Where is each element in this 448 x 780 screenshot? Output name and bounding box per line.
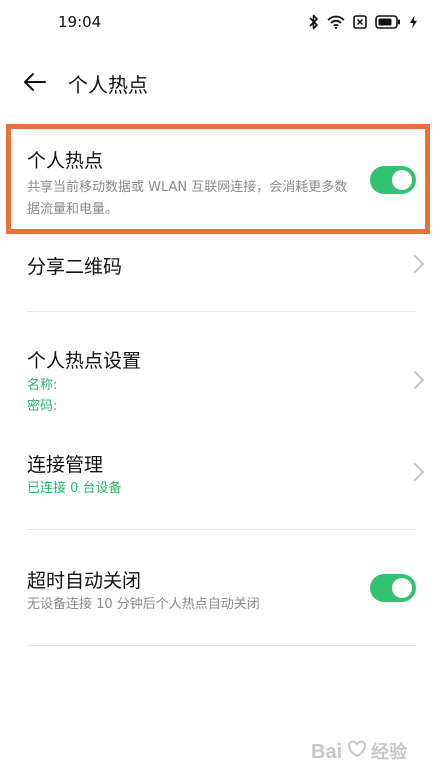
hotspot-password-label: 密码: xyxy=(27,399,58,414)
auto-off-row[interactable]: 超时自动关闭 无设备连接 10 分钟后个人热点自动关闭 xyxy=(0,560,448,624)
connected-devices-status: 已连接 0 台设备 xyxy=(27,481,122,496)
watermark-logo: Bai 经验 xyxy=(305,730,425,774)
arrow-left-icon xyxy=(20,73,52,100)
connection-management-title: 连接管理 xyxy=(27,454,104,476)
back-button[interactable] xyxy=(20,68,52,96)
share-qr-row[interactable]: 分享二维码 xyxy=(0,240,448,290)
svg-text:Bai: Bai xyxy=(311,741,342,763)
divider xyxy=(27,645,416,646)
svg-text:经验: 经验 xyxy=(371,741,408,763)
share-qr-title: 分享二维码 xyxy=(27,256,123,278)
divider xyxy=(27,529,416,530)
auto-off-toggle[interactable] xyxy=(370,574,416,602)
page-title: 个人热点 xyxy=(68,73,148,97)
charging-icon xyxy=(409,15,418,29)
status-bar: 19:04 xyxy=(0,0,448,44)
hotspot-toggle[interactable] xyxy=(370,166,416,194)
sim-icon xyxy=(353,15,367,29)
hotspot-name-label: 名称: xyxy=(27,378,58,393)
header: 个人热点 xyxy=(0,60,448,104)
battery-icon xyxy=(375,15,401,29)
status-time: 19:04 xyxy=(58,13,102,31)
divider xyxy=(27,311,416,312)
connection-management-row[interactable]: 连接管理 已连接 0 台设备 xyxy=(0,444,448,508)
bluetooth-icon xyxy=(309,14,319,30)
hotspot-title: 个人热点 xyxy=(27,150,104,172)
hotspot-settings-row[interactable]: 个人热点设置 名称: 密码: xyxy=(0,340,448,420)
chevron-right-icon xyxy=(412,369,426,391)
auto-off-title: 超时自动关闭 xyxy=(27,570,142,592)
wifi-icon xyxy=(327,15,345,29)
toggle-knob xyxy=(392,170,412,190)
status-icons xyxy=(309,12,418,32)
chevron-right-icon xyxy=(412,461,426,483)
hotspot-settings-title: 个人热点设置 xyxy=(27,350,142,372)
toggle-knob xyxy=(392,578,412,598)
chevron-right-icon xyxy=(412,253,426,275)
auto-off-description: 无设备连接 10 分钟后个人热点自动关闭 xyxy=(27,597,260,612)
hotspot-description: 共享当前移动数据或 WLAN 互联网连接，会消耗更多数据流量和电量。 xyxy=(27,180,348,217)
hotspot-row[interactable]: 个人热点 共享当前移动数据或 WLAN 互联网连接，会消耗更多数据流量和电量。 xyxy=(0,140,448,232)
